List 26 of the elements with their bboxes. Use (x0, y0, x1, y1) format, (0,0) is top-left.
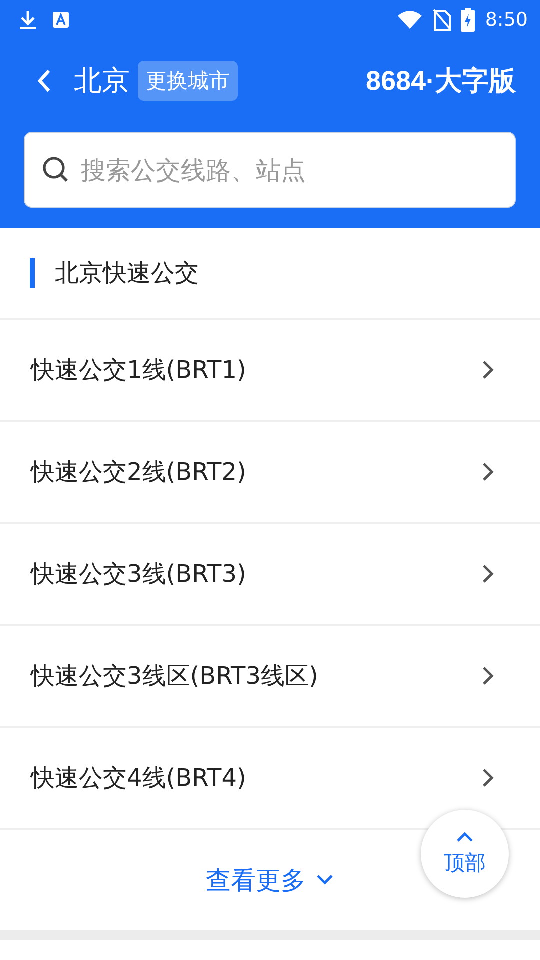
chevron-right-icon (482, 360, 494, 380)
chevron-right-icon (482, 564, 494, 584)
search-field[interactable]: 搜索公交线路、站点 (24, 132, 516, 208)
city-name: 北京 (74, 63, 130, 99)
app-icon (52, 11, 70, 29)
download-icon (18, 9, 38, 31)
section-marker (30, 258, 35, 288)
chevron-right-icon (482, 768, 494, 788)
route-item[interactable]: 快速公交2线(BRT2) (0, 422, 540, 524)
back-icon[interactable] (36, 68, 52, 94)
wifi-icon (397, 10, 424, 30)
route-item[interactable]: 快速公交1线(BRT1) (0, 320, 540, 422)
section-title: 北京快速公交 (55, 258, 199, 289)
chevron-up-icon (456, 831, 474, 843)
route-item[interactable]: 快速公交3线(BRT3) (0, 524, 540, 626)
battery-icon (461, 8, 476, 32)
view-more-button[interactable]: 查看更多 (200, 862, 340, 898)
chevron-down-icon (316, 874, 334, 886)
route-item[interactable]: 快速公交3线区(BRT3线区) (0, 626, 540, 728)
status-time: 8:50 (485, 9, 528, 31)
no-sim-icon (433, 9, 452, 31)
search-icon (42, 156, 70, 184)
chevron-right-icon (482, 462, 494, 482)
app-logo: 8684·大字版 (366, 65, 516, 98)
back-to-top-button[interactable]: 顶部 (421, 810, 509, 898)
chevron-right-icon (482, 666, 494, 686)
